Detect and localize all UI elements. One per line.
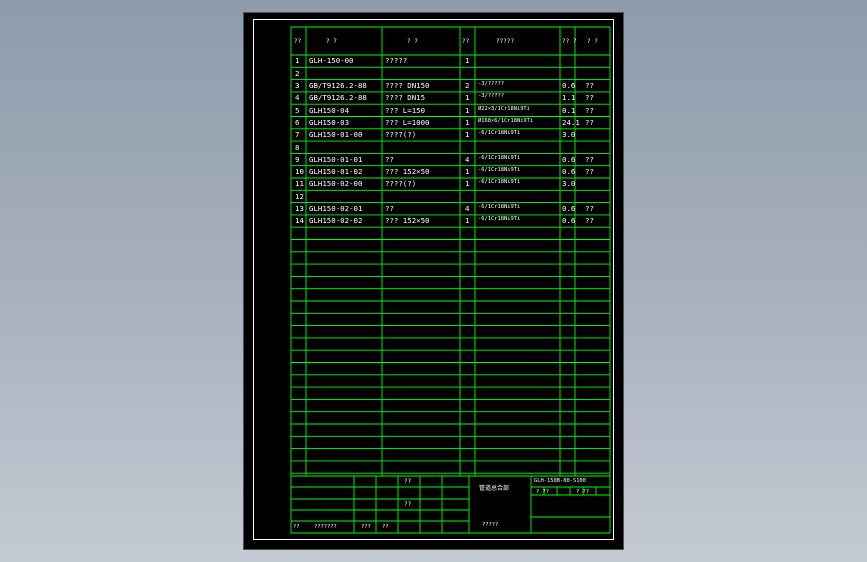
row-material: -3/????? (478, 81, 504, 87)
row-code: GLH150-04 (309, 105, 350, 115)
header-code: ? ? (326, 38, 337, 45)
row-seq: 8 (295, 142, 300, 152)
row-name: ?? (385, 154, 394, 164)
row-name: ??? L=1000 (385, 117, 430, 127)
header-qty: ?? (462, 38, 470, 45)
company-name: ????? (482, 522, 499, 528)
row-code: GB/T9126.2-88 (309, 81, 367, 90)
row-qty: 2 (465, 81, 470, 90)
row-remark: ?? (585, 93, 594, 103)
row-weight: 24.1 (562, 117, 580, 127)
row-name: ????(?) (385, 179, 417, 189)
row-material: -6/1Cr18Ni9Ti (478, 216, 521, 223)
row-name: ??? 152×50 (385, 216, 430, 226)
row-seq: 11 (295, 179, 304, 189)
title-block-label-a: ?? (404, 478, 412, 485)
row-weight: 3.0 (562, 130, 576, 140)
row-seq: 3 (295, 81, 300, 90)
row-weight: 0.6 (562, 216, 576, 226)
row-code: GLH150-01-00 (309, 130, 363, 140)
header-unit_wt: ?? ? (562, 38, 577, 45)
row-qty: 4 (465, 154, 470, 164)
row-seq: 12 (295, 191, 304, 201)
row-name: ????(?) (385, 130, 417, 140)
row-code: GLH-150-00 (309, 56, 354, 66)
row-weight: 0.6 (562, 81, 576, 90)
row-weight: 3.0 (562, 179, 576, 189)
row-remark: ?? (585, 105, 594, 115)
row-remark: ?? (585, 204, 594, 213)
row-code: GLH150-01-02 (309, 167, 363, 177)
row-qty: 1 (465, 56, 470, 66)
sheet-index-left: ? ?? (536, 489, 549, 495)
row-remark: ?? (585, 154, 594, 164)
drawing-number: GLH-150B-00-S100 (534, 478, 586, 484)
row-remark: ?? (585, 117, 594, 127)
row-seq: 9 (295, 154, 300, 164)
row-seq: 6 (295, 117, 300, 127)
header-seq: ?? (294, 38, 302, 45)
row-material: Ø22×3/1Cr18Ni9Ti (478, 105, 530, 112)
drawing-title: 管道总合部 (479, 485, 510, 492)
row-material: -6/1Cr18Ni9Ti (478, 167, 521, 174)
row-code: GLH150-03 (309, 117, 350, 127)
row-remark: ?? (585, 216, 594, 226)
row-name: ??? 152×50 (385, 167, 430, 177)
row-weight: 0.6 (562, 167, 576, 177)
row-seq: 7 (295, 130, 300, 140)
row-remark: ?? (585, 167, 594, 177)
row-seq: 2 (295, 68, 300, 78)
row-seq: 5 (295, 105, 300, 115)
row-weight: 0.6 (562, 204, 576, 213)
row-weight: 0.1 (562, 105, 576, 115)
row-name: ???? DN150 (385, 81, 430, 90)
row-qty: 1 (465, 105, 470, 115)
sheet-index-right: ? ?? (576, 489, 589, 495)
row-qty: 1 (465, 117, 470, 127)
row-code: GLH150-01-01 (309, 154, 363, 164)
row-seq: 4 (295, 93, 300, 103)
row-code: GB/T9126.2-88 (309, 93, 367, 103)
date-value: ?? (382, 524, 389, 530)
row-material: -6/1Cr18Ni9Ti (478, 179, 521, 186)
row-name: ?? (385, 204, 394, 213)
row-material: -3/????? (478, 93, 504, 100)
row-weight: 0.6 (562, 154, 576, 164)
row-seq: 10 (295, 167, 304, 177)
header-material: ????? (496, 38, 515, 45)
date-label: ??? (361, 524, 371, 530)
drawing-sheet: ??? ?? ?????????? ?? ? 1 GLH-150-00????? 1 2… (244, 13, 623, 549)
header-remark: ? ? (587, 38, 598, 45)
row-qty: 1 (465, 179, 470, 189)
row-qty: 1 (465, 130, 470, 140)
row-code: GLH150-02-00 (309, 179, 363, 189)
header-name: ? ? (407, 38, 418, 45)
row-qty: 1 (465, 216, 470, 226)
row-code: GLH150-02-02 (309, 216, 363, 226)
row-material: -6/1Cr18Ni9Ti (478, 204, 521, 210)
row-name: ????? (385, 56, 408, 66)
row-name: ??? L=150 (385, 105, 426, 115)
row-seq: 13 (295, 204, 304, 213)
row-material: -6/1Cr18Ni9Ti (478, 154, 521, 161)
sign-value: ??????? (314, 524, 337, 530)
row-material: Ø168×6/1Cr18Ni9Ti (478, 117, 534, 124)
row-qty: 4 (465, 204, 470, 213)
row-name: ???? DN15 (385, 93, 426, 103)
row-qty: 1 (465, 167, 470, 177)
row-seq: 14 (295, 216, 304, 226)
row-material: -6/1Cr18Ni9Ti (478, 130, 521, 137)
sign-label: ?? (293, 524, 300, 530)
title-block-label-b: ?? (404, 501, 412, 508)
row-weight: 1.1 (562, 93, 576, 103)
row-qty: 1 (465, 93, 470, 103)
row-remark: ?? (585, 81, 594, 90)
row-seq: 1 (295, 56, 300, 66)
row-code: GLH150-02-01 (309, 204, 363, 213)
